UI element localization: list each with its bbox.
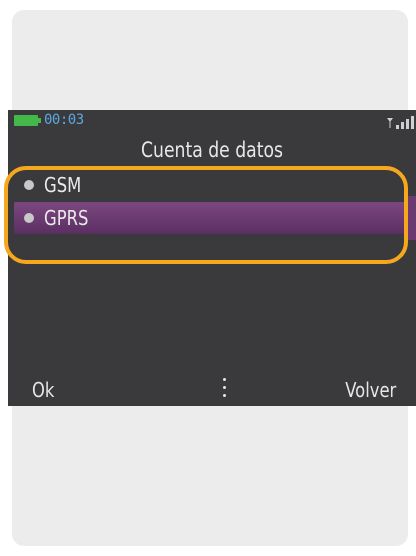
softkey-back[interactable]: Volver	[345, 378, 396, 402]
battery-icon	[14, 115, 41, 126]
more-options-icon[interactable]	[221, 378, 227, 402]
status-bar: 00:03	[8, 110, 416, 132]
clock: 00:03	[44, 112, 84, 128]
screen-title: Cuenta de datos	[141, 138, 283, 162]
softkey-ok[interactable]: Ok	[32, 378, 54, 402]
highlight-ring	[4, 166, 408, 264]
signal-strength-icon	[387, 116, 414, 129]
scrollbar	[408, 196, 416, 240]
